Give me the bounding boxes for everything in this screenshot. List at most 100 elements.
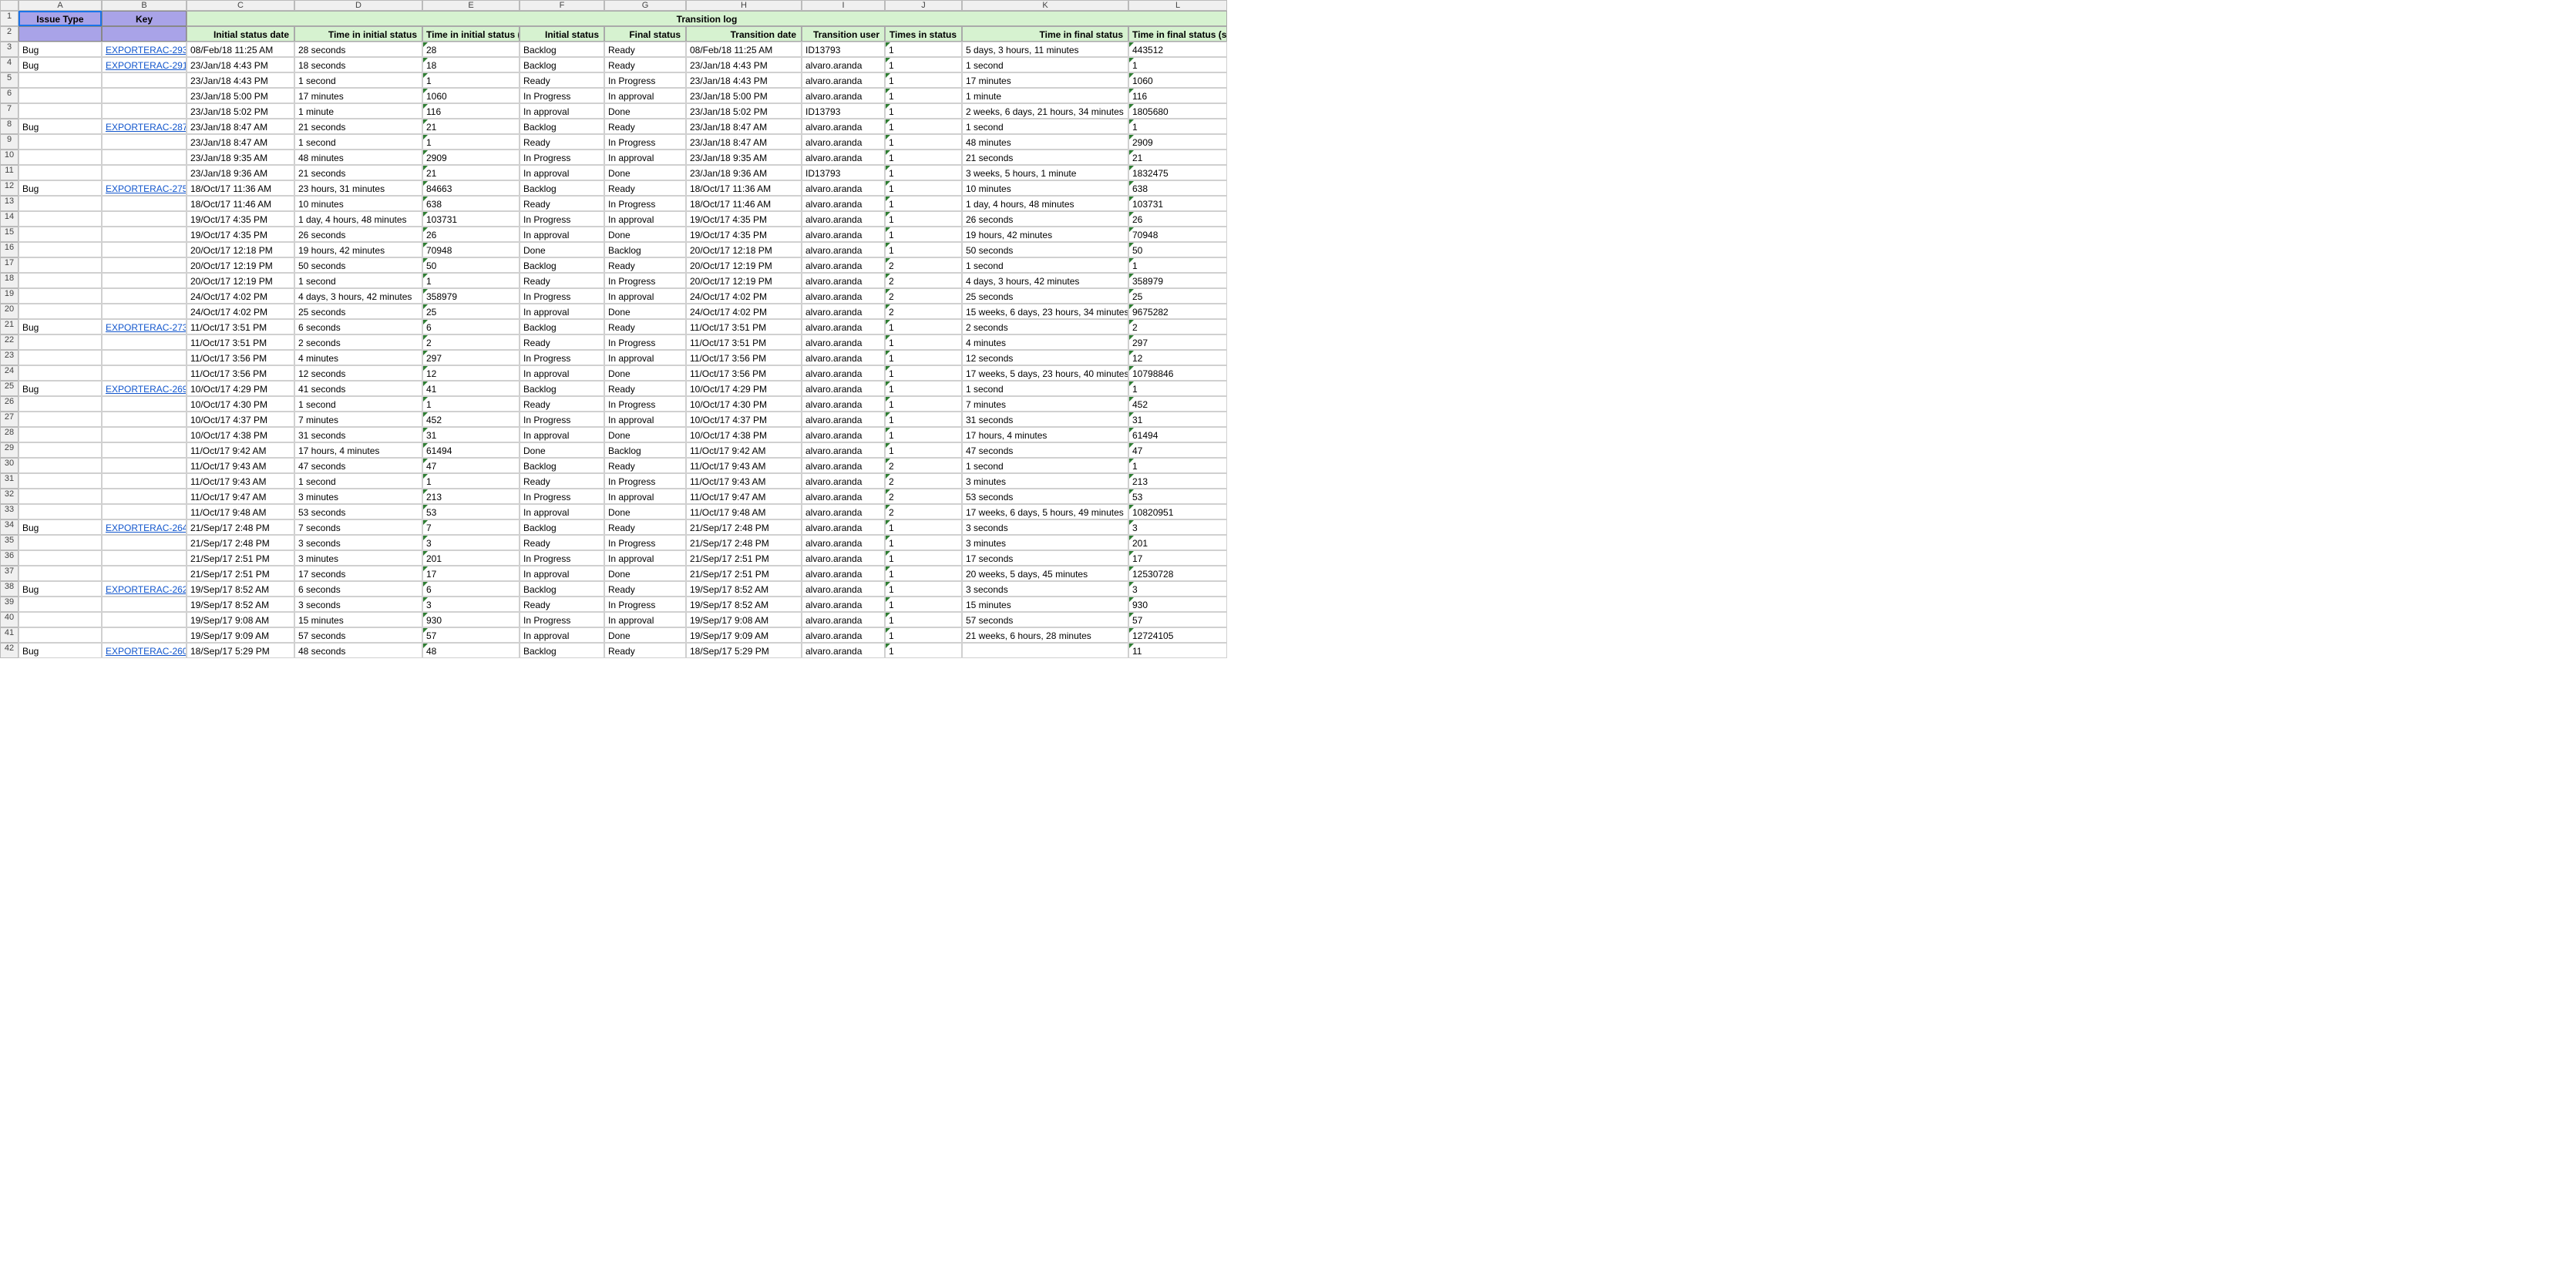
- row-header-12[interactable]: 12: [0, 180, 18, 196]
- cell-h[interactable]: 19/Oct/17 4:35 PM: [686, 211, 802, 227]
- row-header-20[interactable]: 20: [0, 304, 18, 319]
- cell-g[interactable]: Ready: [604, 180, 686, 196]
- cell-i[interactable]: alvaro.aranda: [802, 57, 885, 72]
- cell-g[interactable]: In Progress: [604, 396, 686, 412]
- cell-l[interactable]: 201: [1128, 535, 1227, 550]
- issue-link[interactable]: EXPORTERAC-291: [106, 60, 187, 71]
- cell-j[interactable]: 1: [885, 442, 962, 458]
- cell-k[interactable]: 17 hours, 4 minutes: [962, 427, 1128, 442]
- cell-issue-type[interactable]: [18, 304, 102, 319]
- cell-e[interactable]: 17: [422, 566, 520, 581]
- cell-key[interactable]: [102, 72, 187, 88]
- cell-e[interactable]: 3: [422, 597, 520, 612]
- cell-i[interactable]: alvaro.aranda: [802, 257, 885, 273]
- issue-link[interactable]: EXPORTERAC-269: [106, 384, 187, 395]
- cell-j[interactable]: 1: [885, 612, 962, 627]
- cell-k[interactable]: 1 minute: [962, 88, 1128, 103]
- cell-c[interactable]: 20/Oct/17 12:19 PM: [187, 257, 294, 273]
- cell-g[interactable]: Done: [604, 103, 686, 119]
- row-header-10[interactable]: 10: [0, 150, 18, 165]
- cell-c[interactable]: 11/Oct/17 3:51 PM: [187, 334, 294, 350]
- cell-k[interactable]: 5 days, 3 hours, 11 minutes: [962, 42, 1128, 57]
- cell-j[interactable]: 2: [885, 504, 962, 519]
- cell-l[interactable]: 12: [1128, 350, 1227, 365]
- cell-i[interactable]: alvaro.aranda: [802, 504, 885, 519]
- cell-i[interactable]: alvaro.aranda: [802, 519, 885, 535]
- spreadsheet-grid[interactable]: ABCDEFGHIJKL1Issue TypeKeyTransition log…: [0, 0, 2576, 658]
- cell-l[interactable]: 10820951: [1128, 504, 1227, 519]
- cell-k[interactable]: 4 minutes: [962, 334, 1128, 350]
- cell-g[interactable]: In approval: [604, 412, 686, 427]
- cell-key[interactable]: [102, 427, 187, 442]
- cell-g[interactable]: Ready: [604, 519, 686, 535]
- cell-l[interactable]: 70948: [1128, 227, 1227, 242]
- cell-h[interactable]: 21/Sep/17 2:51 PM: [686, 566, 802, 581]
- cell-c[interactable]: 11/Oct/17 9:47 AM: [187, 489, 294, 504]
- cell-c[interactable]: 11/Oct/17 3:56 PM: [187, 350, 294, 365]
- cell-k[interactable]: [962, 643, 1128, 658]
- cell-l[interactable]: 358979: [1128, 273, 1227, 288]
- cell-c[interactable]: 24/Oct/17 4:02 PM: [187, 304, 294, 319]
- cell-l[interactable]: 1: [1128, 458, 1227, 473]
- cell-l[interactable]: 12530728: [1128, 566, 1227, 581]
- cell-issue-type[interactable]: [18, 365, 102, 381]
- cell-k[interactable]: 1 second: [962, 119, 1128, 134]
- row-header-21[interactable]: 21: [0, 319, 18, 334]
- header-sub-h[interactable]: Transition date: [686, 26, 802, 42]
- cell-e[interactable]: 638: [422, 196, 520, 211]
- cell-l[interactable]: 443512: [1128, 42, 1227, 57]
- row-header-39[interactable]: 39: [0, 597, 18, 612]
- row-header-15[interactable]: 15: [0, 227, 18, 242]
- cell-c[interactable]: 23/Jan/18 5:02 PM: [187, 103, 294, 119]
- cell-k[interactable]: 50 seconds: [962, 242, 1128, 257]
- cell-i[interactable]: alvaro.aranda: [802, 442, 885, 458]
- cell-key[interactable]: [102, 566, 187, 581]
- cell-g[interactable]: Ready: [604, 381, 686, 396]
- cell-i[interactable]: alvaro.aranda: [802, 319, 885, 334]
- cell-i[interactable]: ID13793: [802, 165, 885, 180]
- header-key[interactable]: Key: [102, 11, 187, 26]
- cell-i[interactable]: alvaro.aranda: [802, 535, 885, 550]
- cell-key[interactable]: [102, 334, 187, 350]
- cell-key[interactable]: EXPORTERAC-291: [102, 57, 187, 72]
- cell-g[interactable]: Backlog: [604, 242, 686, 257]
- row-header-42[interactable]: 42: [0, 643, 18, 658]
- cell-i[interactable]: ID13793: [802, 103, 885, 119]
- cell-key[interactable]: [102, 550, 187, 566]
- cell-i[interactable]: alvaro.aranda: [802, 581, 885, 597]
- cell-h[interactable]: 19/Sep/17 8:52 AM: [686, 597, 802, 612]
- row-header-2[interactable]: 2: [0, 26, 18, 42]
- cell-e[interactable]: 2909: [422, 150, 520, 165]
- cell-f[interactable]: In Progress: [520, 550, 604, 566]
- cell-c[interactable]: 19/Sep/17 8:52 AM: [187, 597, 294, 612]
- cell-g[interactable]: In approval: [604, 550, 686, 566]
- col-header-C[interactable]: C: [187, 0, 294, 11]
- cell-l[interactable]: 1832475: [1128, 165, 1227, 180]
- cell-k[interactable]: 12 seconds: [962, 350, 1128, 365]
- header-sub-g[interactable]: Final status: [604, 26, 686, 42]
- cell-issue-type[interactable]: [18, 504, 102, 519]
- row-header-30[interactable]: 30: [0, 458, 18, 473]
- row-header-6[interactable]: 6: [0, 88, 18, 103]
- cell-d[interactable]: 4 minutes: [294, 350, 422, 365]
- cell-h[interactable]: 11/Oct/17 9:47 AM: [686, 489, 802, 504]
- cell-i[interactable]: alvaro.aranda: [802, 550, 885, 566]
- cell-j[interactable]: 2: [885, 257, 962, 273]
- cell-f[interactable]: In Progress: [520, 350, 604, 365]
- cell-d[interactable]: 19 hours, 42 minutes: [294, 242, 422, 257]
- cell-i[interactable]: alvaro.aranda: [802, 473, 885, 489]
- cell-issue-type[interactable]: Bug: [18, 519, 102, 535]
- cell-g[interactable]: Ready: [604, 257, 686, 273]
- row-header-3[interactable]: 3: [0, 42, 18, 57]
- col-header-F[interactable]: F: [520, 0, 604, 11]
- cell-h[interactable]: 23/Jan/18 9:36 AM: [686, 165, 802, 180]
- cell-l[interactable]: 21: [1128, 150, 1227, 165]
- col-header-H[interactable]: H: [686, 0, 802, 11]
- cell-l[interactable]: 31: [1128, 412, 1227, 427]
- cell-issue-type[interactable]: Bug: [18, 57, 102, 72]
- issue-link[interactable]: EXPORTERAC-260: [106, 646, 187, 657]
- cell-key[interactable]: EXPORTERAC-260: [102, 643, 187, 658]
- cell-h[interactable]: 23/Jan/18 8:47 AM: [686, 134, 802, 150]
- cell-issue-type[interactable]: [18, 535, 102, 550]
- cell-h[interactable]: 11/Oct/17 9:43 AM: [686, 473, 802, 489]
